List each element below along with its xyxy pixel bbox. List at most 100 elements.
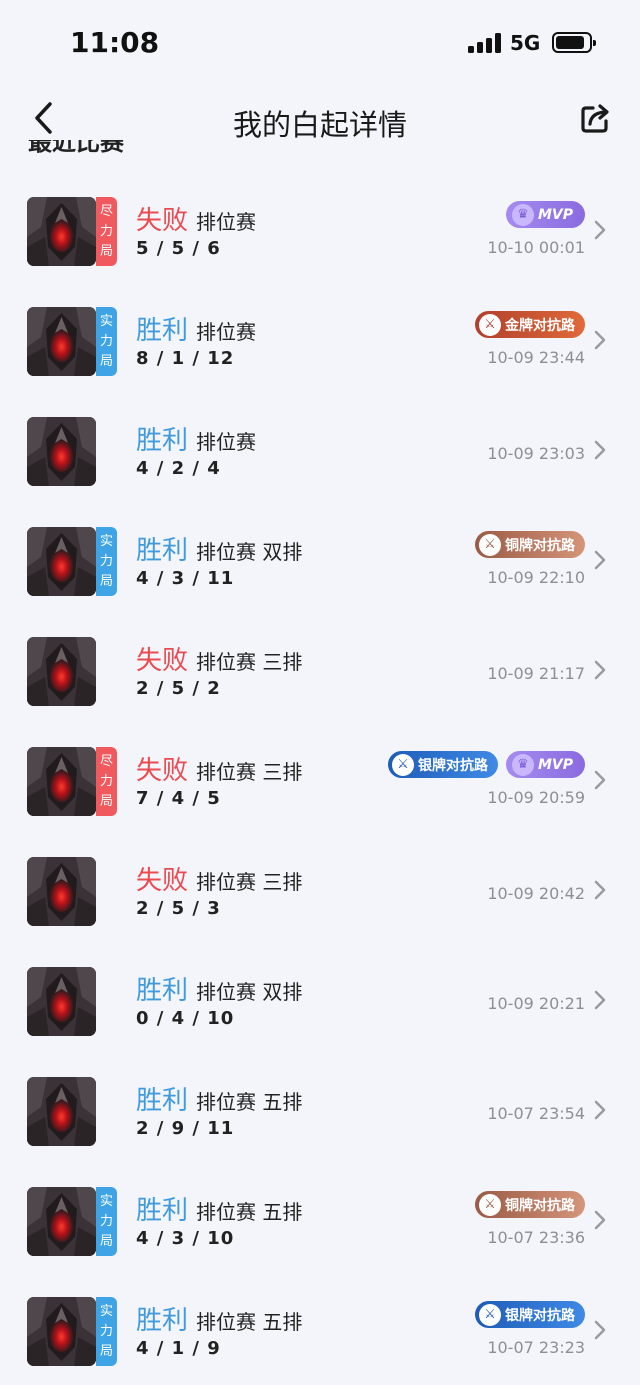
match-result: 胜利 (136, 1086, 189, 1116)
match-result: 胜利 (136, 1196, 189, 1226)
match-result: 胜利 (136, 426, 189, 456)
match-tag-char: 力 (99, 1323, 113, 1339)
chevron-right-icon (594, 990, 606, 1010)
match-tag-char: 局 (99, 243, 113, 259)
badge-label: 银牌对抗路 (505, 1307, 575, 1324)
signal-icon (468, 33, 502, 53)
match-tag-char: 实 (99, 1303, 113, 1319)
hero-avatar (27, 967, 96, 1036)
match-tag-char: 尽 (99, 203, 113, 219)
chevron-right-icon (594, 440, 606, 460)
badge-group: ⚔ 银牌对抗路 ♛ MVP (387, 751, 585, 778)
match-date: 10-07 23:54 (487, 1104, 585, 1123)
chevron-right-icon (594, 550, 606, 570)
match-tag: 尽力局 (96, 197, 117, 266)
match-tag-char: 力 (99, 1213, 113, 1229)
match-tag: 实力局 (96, 1187, 117, 1256)
badge-label: 金牌对抗路 (505, 317, 575, 334)
badge-group: ⚔ 铜牌对抗路 (475, 531, 585, 558)
badge-group: ⚔ 铜牌对抗路 (475, 1191, 585, 1218)
swords-icon: ⚔ (391, 753, 414, 776)
match-mode: 排位赛 五排 (196, 1090, 303, 1114)
match-tag-char: 局 (99, 1343, 113, 1359)
match-row[interactable]: 实力局 胜利 排位赛 五排 4 / 3 / 10 ⚔ 铜牌对抗路 10-07 23… (0, 1166, 640, 1276)
hero-avatar (27, 1297, 96, 1366)
match-kda: 2 / 5 / 3 (136, 898, 221, 919)
match-tag-char: 实 (99, 533, 113, 549)
match-mode: 排位赛 三排 (196, 870, 303, 894)
chevron-right-icon (594, 880, 606, 900)
match-date: 10-10 00:01 (487, 238, 585, 257)
match-kda: 7 / 4 / 5 (136, 788, 221, 809)
silver-badge: ⚔ 银牌对抗路 (387, 751, 498, 778)
match-tag-char: 局 (99, 353, 113, 369)
page-title: 我的白起详情 (232, 108, 407, 142)
match-tag-char: 实 (99, 313, 113, 329)
match-tag: 实力局 (96, 527, 117, 596)
match-row[interactable]: 胜利 排位赛 4 / 2 / 4 10-09 23:03 (0, 396, 640, 506)
match-list: 尽力局 失败 排位赛 5 / 5 / 6 ♛ MVP 10-10 00:01 实… (0, 176, 640, 1385)
match-date: 10-07 23:36 (487, 1228, 585, 1247)
match-result: 失败 (136, 756, 189, 786)
match-kda: 5 / 5 / 6 (136, 238, 221, 259)
match-kda: 4 / 3 / 10 (136, 1228, 235, 1249)
match-date: 10-09 23:03 (487, 444, 585, 463)
match-result: 胜利 (136, 1306, 189, 1336)
match-mode: 排位赛 三排 (196, 760, 303, 784)
match-date: 10-09 20:59 (487, 788, 585, 807)
section-title: 最近比赛 (28, 140, 124, 156)
match-tag-char: 实 (99, 1193, 113, 1209)
gold-badge: ⚔ 金牌对抗路 (475, 311, 585, 338)
match-tag-char: 尽 (99, 753, 113, 769)
status-bar: 11:08 5G (0, 0, 640, 88)
match-mode: 排位赛 (196, 430, 256, 454)
match-tag-char: 力 (99, 333, 113, 349)
network-type: 5G (510, 31, 541, 55)
match-mode: 排位赛 (196, 320, 256, 344)
match-date: 10-07 23:23 (487, 1338, 585, 1357)
match-row[interactable]: 失败 排位赛 三排 2 / 5 / 2 10-09 21:17 (0, 616, 640, 726)
match-mode: 排位赛 双排 (196, 980, 303, 1004)
match-tag-char: 局 (99, 1233, 113, 1249)
swords-icon: ⚔ (479, 313, 501, 336)
match-row[interactable]: 实力局 胜利 排位赛 五排 4 / 1 / 9 ⚔ 银牌对抗路 10-07 23:… (0, 1276, 640, 1385)
chevron-right-icon (594, 1320, 606, 1340)
match-row[interactable]: 实力局 胜利 排位赛 双排 4 / 3 / 11 ⚔ 铜牌对抗路 10-09 22… (0, 506, 640, 616)
hero-avatar (27, 307, 96, 376)
match-kda: 4 / 3 / 11 (136, 568, 235, 589)
match-tag-char: 力 (99, 773, 113, 789)
hero-avatar (27, 197, 96, 266)
match-tag-char: 局 (99, 793, 113, 809)
silver-badge: ⚔ 银牌对抗路 (475, 1301, 585, 1328)
hero-avatar (27, 637, 96, 706)
match-row[interactable]: 胜利 排位赛 五排 2 / 9 / 11 10-07 23:54 (0, 1056, 640, 1166)
match-date: 10-09 23:44 (487, 348, 585, 367)
badge-label: MVP (537, 206, 573, 223)
mvp-badge: ♛ MVP (505, 201, 585, 228)
match-row[interactable]: 胜利 排位赛 双排 0 / 4 / 10 10-09 20:21 (0, 946, 640, 1056)
match-kda: 8 / 1 / 12 (136, 348, 235, 369)
chevron-right-icon (594, 220, 606, 240)
match-mode: 排位赛 双排 (196, 540, 303, 564)
match-date: 10-09 20:21 (487, 994, 585, 1013)
chevron-right-icon (594, 770, 606, 790)
mvp-badge: ♛ MVP (505, 751, 585, 778)
match-row[interactable]: 尽力局 失败 排位赛 三排 7 / 4 / 5 ⚔ 银牌对抗路 ♛ MVP 10-09… (0, 726, 640, 836)
badge-group: ⚔ 银牌对抗路 (475, 1301, 585, 1328)
badge-label: 铜牌对抗路 (505, 1197, 575, 1214)
match-date: 10-09 22:10 (487, 568, 585, 587)
match-date: 10-09 21:17 (487, 664, 585, 683)
share-button[interactable] (578, 100, 614, 136)
hero-avatar (27, 527, 96, 596)
match-mode: 排位赛 三排 (196, 650, 303, 674)
match-tag: 实力局 (96, 1297, 117, 1366)
hero-avatar (27, 417, 96, 486)
match-row[interactable]: 失败 排位赛 三排 2 / 5 / 3 10-09 20:42 (0, 836, 640, 946)
match-mode: 排位赛 五排 (196, 1310, 303, 1334)
match-row[interactable]: 尽力局 失败 排位赛 5 / 5 / 6 ♛ MVP 10-10 00:01 (0, 176, 640, 286)
match-row[interactable]: 实力局 胜利 排位赛 8 / 1 / 12 ⚔ 金牌对抗路 10-09 23:44 (0, 286, 640, 396)
swords-icon: ⚔ (479, 533, 501, 556)
bronze-badge: ⚔ 铜牌对抗路 (475, 531, 585, 558)
share-icon (581, 104, 609, 133)
badge-group: ♛ MVP (505, 201, 585, 228)
